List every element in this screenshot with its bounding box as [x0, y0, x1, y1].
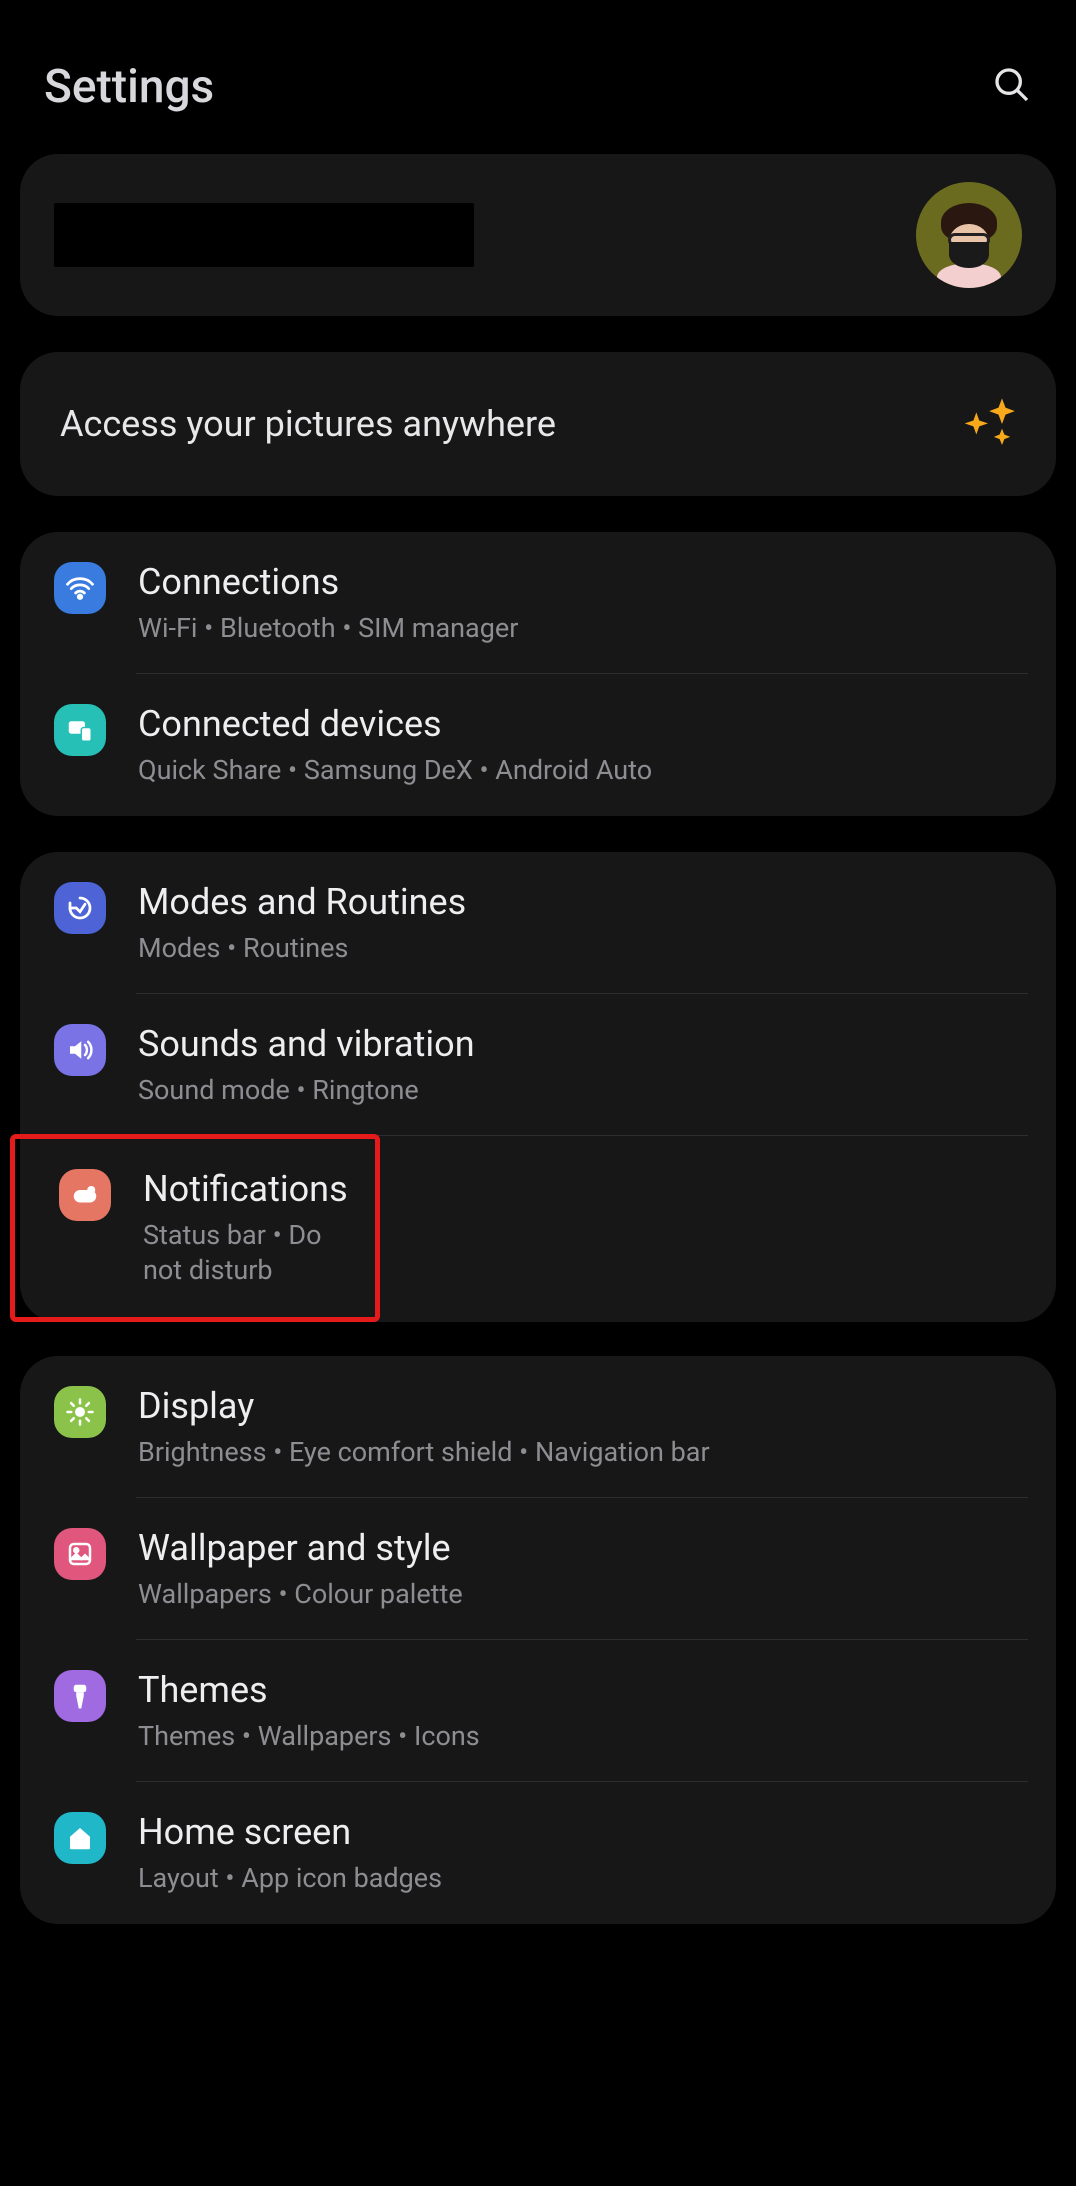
settings-item-sounds-vibration[interactable]: Sounds and vibration Sound mode • Ringto… [20, 994, 1056, 1136]
item-sub: Layout • App icon badges [138, 1861, 442, 1896]
promo-text: Access your pictures anywhere [60, 403, 556, 445]
account-card[interactable] [20, 154, 1056, 316]
item-sub: Quick Share • Samsung DeX • Android Auto [138, 753, 652, 788]
header: Settings [20, 0, 1056, 154]
sound-icon [54, 1024, 106, 1076]
item-title: Home screen [138, 1810, 442, 1855]
item-title: Notifications [143, 1167, 348, 1212]
account-name-redacted [54, 203, 474, 267]
wifi-icon [54, 562, 106, 614]
item-sub: Brightness • Eye comfort shield • Naviga… [138, 1435, 710, 1470]
settings-item-themes[interactable]: Themes Themes • Wallpapers • Icons [20, 1640, 1056, 1782]
home-icon [54, 1812, 106, 1864]
item-title: Sounds and vibration [138, 1022, 475, 1067]
settings-page: Settings Access your pictures anywhere [0, 0, 1076, 1980]
item-title: Modes and Routines [138, 880, 466, 925]
wallpaper-icon [54, 1528, 106, 1580]
item-title: Connected devices [138, 702, 652, 747]
themes-icon [54, 1670, 106, 1722]
settings-item-connected-devices[interactable]: Connected devices Quick Share • Samsung … [20, 674, 1056, 816]
routines-icon [54, 882, 106, 934]
item-title: Display [138, 1384, 710, 1429]
item-sub: Modes • Routines [138, 931, 466, 966]
settings-item-modes-routines[interactable]: Modes and Routines Modes • Routines [20, 852, 1056, 994]
promo-card[interactable]: Access your pictures anywhere [20, 352, 1056, 496]
notifications-icon [59, 1169, 111, 1221]
item-sub: Wallpapers • Colour palette [138, 1577, 463, 1612]
search-icon [992, 65, 1032, 105]
settings-item-notifications[interactable]: Notifications Status bar • Do not distur… [10, 1134, 380, 1321]
item-title: Themes [138, 1668, 480, 1713]
devices-icon [54, 704, 106, 756]
settings-section: Modes and Routines Modes • Routines Soun… [20, 852, 1056, 1321]
item-title: Wallpaper and style [138, 1526, 463, 1571]
search-button[interactable] [992, 65, 1032, 109]
item-sub: Themes • Wallpapers • Icons [138, 1719, 480, 1754]
page-title: Settings [44, 60, 214, 114]
item-sub: Status bar • Do not disturb [143, 1218, 348, 1288]
avatar [916, 182, 1022, 288]
settings-item-connections[interactable]: Connections Wi-Fi • Bluetooth • SIM mana… [20, 532, 1056, 674]
brightness-icon [54, 1386, 106, 1438]
sparkle-icon [960, 396, 1016, 452]
item-title: Connections [138, 560, 518, 605]
settings-item-wallpaper-style[interactable]: Wallpaper and style Wallpapers • Colour … [20, 1498, 1056, 1640]
settings-section: Connections Wi-Fi • Bluetooth • SIM mana… [20, 532, 1056, 816]
item-sub: Sound mode • Ringtone [138, 1073, 475, 1108]
settings-section: Display Brightness • Eye comfort shield … [20, 1356, 1056, 1924]
settings-item-display[interactable]: Display Brightness • Eye comfort shield … [20, 1356, 1056, 1498]
settings-item-home-screen[interactable]: Home screen Layout • App icon badges [20, 1782, 1056, 1924]
item-sub: Wi-Fi • Bluetooth • SIM manager [138, 611, 518, 646]
